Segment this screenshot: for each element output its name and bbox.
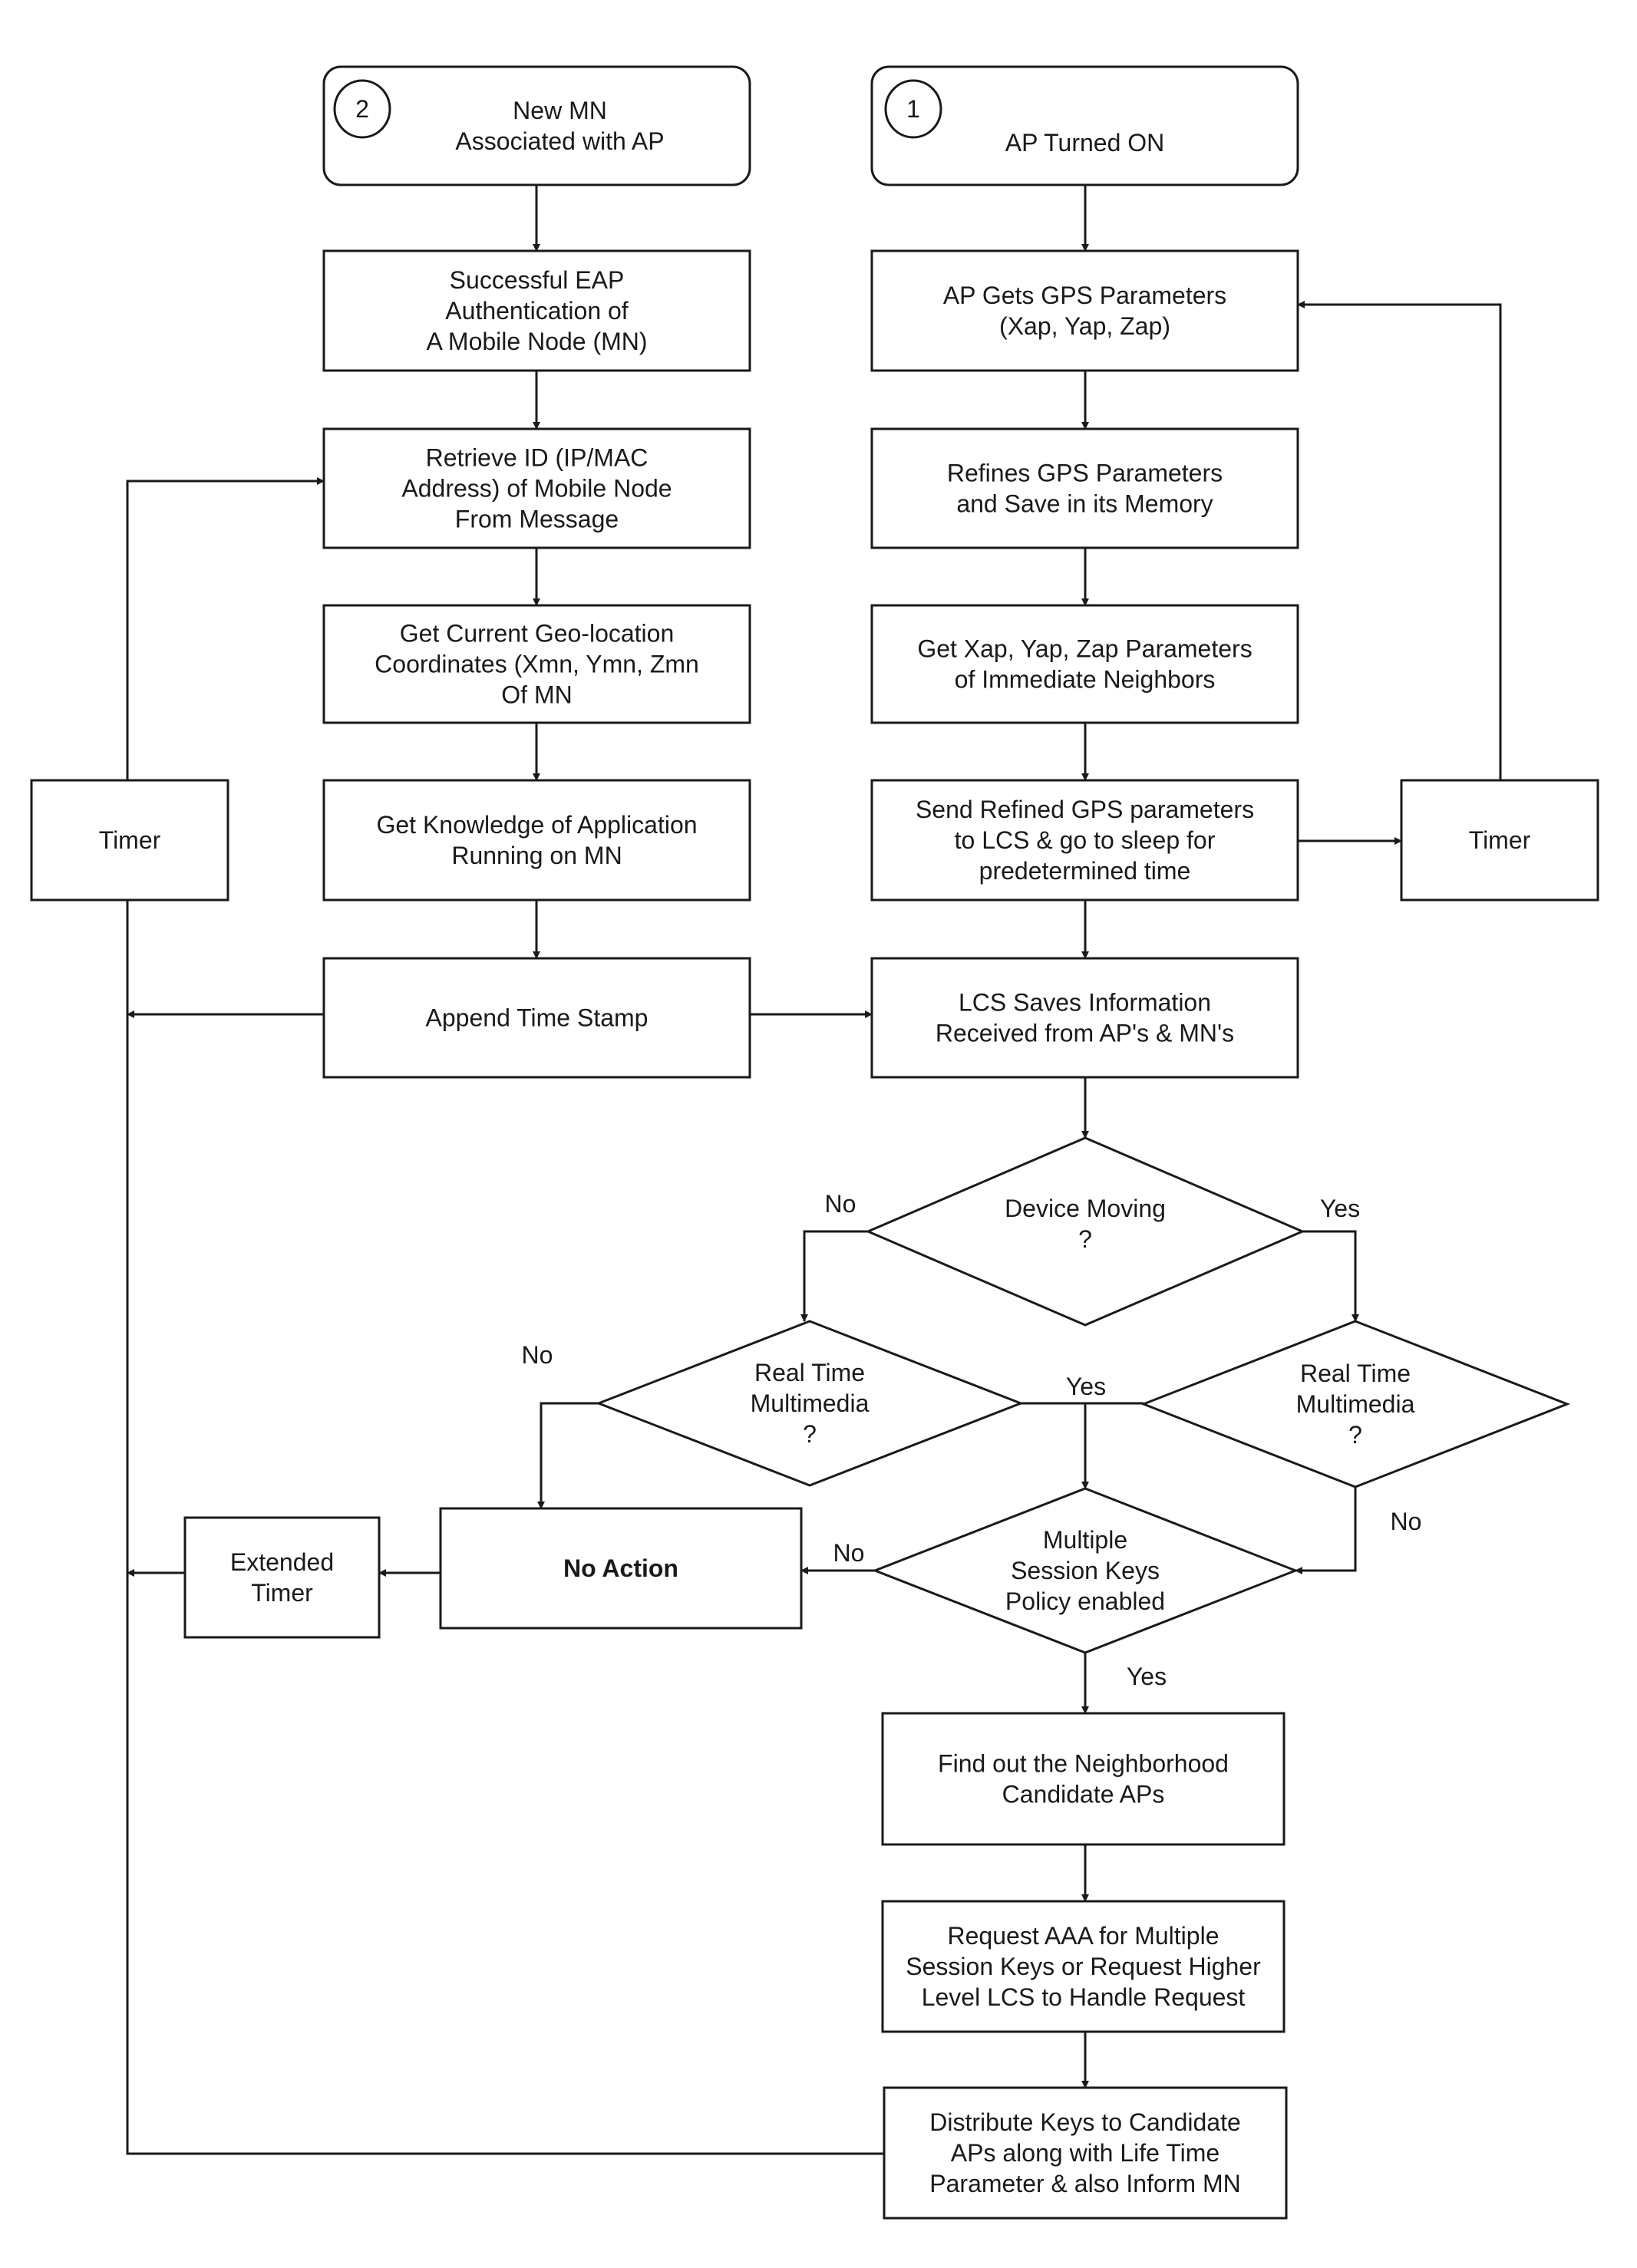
- node-no-action: No Action: [439, 1507, 803, 1630]
- node-label-line: Send Refined GPS parameters: [916, 796, 1254, 823]
- process-box: [881, 1712, 1286, 1846]
- node-label-line: Successful EAP: [450, 266, 625, 294]
- node-label-line: Request AAA for Multiple: [948, 1922, 1219, 1950]
- node-label-line: APs along with Life Time: [951, 2139, 1219, 2167]
- node-label-line: Refines GPS Parameters: [947, 460, 1223, 487]
- edge-timer-right-loop-to-gps: [1297, 301, 1502, 780]
- node-label-line: Get Knowledge of Application: [376, 811, 697, 839]
- node-label-line: Real Time: [754, 1359, 865, 1386]
- node-rtm-right: Real Time Multimedia?: [1140, 1320, 1571, 1488]
- node-label-line: Find out the Neighborhood: [938, 1750, 1229, 1778]
- node-label-line: AP Turned ON: [1005, 129, 1165, 157]
- node-timer-right: Timer: [1400, 779, 1599, 902]
- node-label-line: and Save in its Memory: [956, 490, 1213, 518]
- node-label-line: ?: [1078, 1225, 1092, 1253]
- node-request-aaa: Request AAA for Multiple Session Keys or …: [881, 1900, 1286, 2033]
- flowchart-canvas: 2 New MN Associated with AP 1 AP Turned ON Su…: [30, 65, 1599, 2220]
- node-label-line: Running on MN: [451, 842, 622, 869]
- node-label-line: Associated with AP: [455, 127, 664, 155]
- node-label-line: Candidate APs: [1002, 1781, 1165, 1808]
- node-label-line: Address) of Mobile Node: [401, 475, 672, 503]
- node-find-neighbors: Find out the Neighborhood Candidate APs: [881, 1712, 1286, 1846]
- edge-rtml-no: [537, 1402, 599, 1509]
- edge-label-rtmr-no: No: [1391, 1508, 1422, 1535]
- node-extended-timer: Extended Timer: [183, 1516, 381, 1639]
- node-label-line: Device Moving: [1005, 1195, 1166, 1222]
- edge-rtmr-no-to-msk: [1295, 1487, 1357, 1574]
- node-rtm-left: Real Time Multimedia?: [595, 1320, 1025, 1487]
- node-label-line: AP Gets GPS Parameters: [943, 282, 1226, 309]
- node-label-line: Policy enabled: [1005, 1587, 1165, 1615]
- node-label-line: Authentication of: [445, 297, 629, 325]
- node-label-line: Append Time Stamp: [426, 1004, 649, 1032]
- process-box: [870, 249, 1299, 372]
- edge-dm-no: [800, 1230, 868, 1322]
- node-ap-on: 1 AP Turned ON: [870, 65, 1299, 186]
- node-label-line: A Mobile Node (MN): [426, 328, 647, 355]
- node-label-line: to LCS & go to sleep for: [955, 826, 1216, 854]
- node-retrieve-id: Retrieve ID (IP/MAC Address) of Mobile No…: [322, 427, 751, 549]
- node-device-moving: Device Moving?: [865, 1136, 1305, 1327]
- edge-label-dm-yes: Yes: [1320, 1195, 1360, 1222]
- node-timer-left: Timer: [30, 779, 229, 902]
- nodes-layer: 2 New MN Associated with AP 1 AP Turned ON Su…: [30, 65, 1599, 2220]
- node-label-line: LCS Saves Information: [959, 989, 1211, 1017]
- node-refine-gps: Refines GPS Parameters and Save in its Me…: [870, 427, 1299, 549]
- node-label-line: Of MN: [501, 681, 572, 709]
- node-ap-gps: AP Gets GPS Parameters (Xap, Yap, Zap): [870, 249, 1299, 372]
- node-label-line: Timer: [251, 1579, 313, 1607]
- node-label-line: Retrieve ID (IP/MAC: [426, 444, 649, 472]
- edge-label-msk-no: No: [833, 1539, 865, 1567]
- process-box: [322, 779, 751, 902]
- node-label-line: From Message: [455, 506, 619, 533]
- node-label-line: New MN: [513, 97, 607, 124]
- node-timestamp: Append Time Stamp: [322, 957, 751, 1079]
- node-label-line: ?: [1348, 1421, 1362, 1449]
- process-box: [870, 604, 1299, 724]
- node-label-line: (Xap, Yap, Zap): [999, 312, 1170, 340]
- node-label-line: Extended: [230, 1548, 334, 1576]
- node-new-mn: 2 New MN Associated with AP: [322, 65, 751, 186]
- node-distribute-keys: Distribute Keys to Candidate APs along wi…: [883, 2086, 1288, 2220]
- node-label-line: Get Xap, Yap, Zap Parameters: [917, 635, 1252, 663]
- edge-timer-left-loop-to-retrieve: [126, 477, 325, 780]
- node-eap-auth: Successful EAP Authentication of A Mobile …: [322, 249, 751, 372]
- node-geo-coords: Get Current Geo-location Coordinates (Xmn…: [322, 604, 751, 724]
- node-lcs-saves: LCS Saves Information Received from AP's …: [870, 957, 1299, 1079]
- node-send-gps: Send Refined GPS parameters to LCS & go t…: [870, 779, 1299, 902]
- node-label-line: ?: [803, 1420, 817, 1448]
- node-label-line: Level LCS to Handle Request: [922, 1983, 1246, 2011]
- node-label-line: Coordinates (Xmn, Ymn, Zmn: [375, 651, 699, 678]
- node-label-line: of Immediate Neighbors: [955, 666, 1216, 694]
- node-label-line: Session Keys or Request Higher: [906, 1953, 1261, 1980]
- node-label-line: Get Current Geo-location: [400, 620, 675, 648]
- start-terminal-box: [322, 65, 751, 186]
- edge-label-dm-no: No: [825, 1190, 856, 1218]
- process-box: [870, 427, 1299, 549]
- step-number: 1: [906, 95, 920, 123]
- step-number: 2: [355, 95, 369, 123]
- node-app-knowledge: Get Knowledge of Application Running on M…: [322, 779, 751, 902]
- node-neighbors: Get Xap, Yap, Zap Parameters of Immediate…: [870, 604, 1299, 724]
- node-label-line: Multimedia: [751, 1389, 870, 1417]
- process-box: [183, 1516, 381, 1639]
- node-label-line: Real Time: [1300, 1360, 1411, 1387]
- edge-label-rtml-no: No: [522, 1341, 553, 1369]
- node-label-line: Parameter & also Inform MN: [929, 2170, 1240, 2197]
- node-label-line: Multiple: [1043, 1526, 1127, 1554]
- node-label-line: Received from AP's & MN's: [936, 1020, 1234, 1047]
- node-label-line: Timer: [1469, 826, 1531, 854]
- edge-dm-yes: [1302, 1230, 1359, 1322]
- node-label-line: predetermined time: [979, 857, 1191, 885]
- process-box: [870, 957, 1299, 1079]
- node-label-line: No Action: [563, 1554, 678, 1582]
- node-msk-policy: Multiple Session Keys Policy enabled: [871, 1487, 1299, 1654]
- node-label-line: Session Keys: [1011, 1557, 1160, 1584]
- edge-label-rtml-yes: Yes: [1066, 1373, 1106, 1400]
- node-label-line: Multimedia: [1296, 1390, 1415, 1418]
- node-label-line: Timer: [99, 826, 161, 854]
- edge-label-msk-yes: Yes: [1127, 1663, 1167, 1690]
- node-label-line: Distribute Keys to Candidate: [929, 2108, 1241, 2136]
